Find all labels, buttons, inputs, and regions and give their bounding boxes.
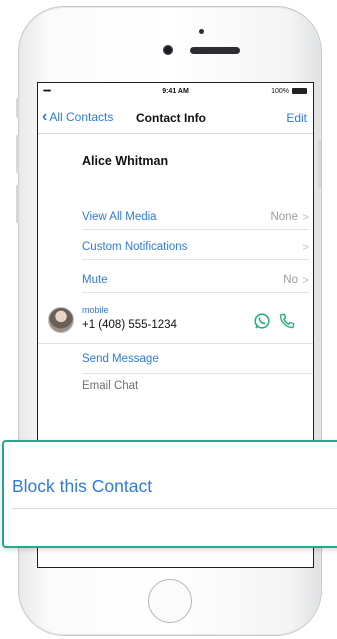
- row-label: Custom Notifications: [82, 241, 188, 253]
- contact-name: Alice Whitman: [82, 154, 169, 168]
- status-bar: ••••• 9:41 AM 100%: [38, 83, 313, 101]
- page-title: Contact Info: [136, 111, 206, 125]
- avatar: [48, 307, 74, 333]
- back-button[interactable]: ‹ All Contacts: [42, 108, 114, 125]
- row-label: Mute: [82, 274, 108, 286]
- volume-up-button: [16, 135, 19, 173]
- proximity-sensor: [199, 29, 204, 34]
- row-label: View All Media: [82, 211, 157, 223]
- whatsapp-icon[interactable]: [253, 312, 271, 330]
- volume-down-button: [16, 185, 19, 223]
- chevron-right-icon: >: [301, 210, 309, 224]
- front-camera: [163, 45, 173, 55]
- block-contact-button[interactable]: Block this Contact: [12, 476, 152, 497]
- row-value-text: No: [283, 274, 298, 286]
- view-all-media-row[interactable]: View All Media None >: [82, 205, 309, 230]
- email-chat-button[interactable]: Email Chat: [82, 380, 138, 392]
- send-message-button[interactable]: Send Message: [82, 353, 159, 365]
- row-value: None >: [270, 210, 309, 224]
- earpiece-speaker: [190, 47, 240, 54]
- chevron-left-icon: ‹: [42, 108, 48, 125]
- back-label: All Contacts: [49, 110, 114, 124]
- home-button[interactable]: [148, 579, 192, 623]
- battery-icon: [292, 88, 307, 94]
- navigation-bar: ‹ All Contacts Contact Info Edit: [38, 103, 313, 134]
- row-value: >: [298, 240, 309, 254]
- phone-type-label: mobile: [82, 305, 109, 315]
- mute-switch: [16, 98, 19, 118]
- row-value-text: None: [270, 211, 298, 223]
- custom-notifications-row[interactable]: Custom Notifications >: [82, 235, 309, 260]
- divider: [38, 343, 313, 344]
- divider: [82, 373, 313, 374]
- block-contact-callout[interactable]: Block this Contact: [2, 440, 337, 548]
- mute-row[interactable]: Mute No >: [82, 268, 309, 293]
- divider: [12, 508, 337, 509]
- battery-percent: 100%: [271, 88, 289, 95]
- edit-button[interactable]: Edit: [286, 111, 307, 125]
- phone-call-icon[interactable]: [278, 312, 296, 330]
- chevron-right-icon: >: [301, 273, 309, 287]
- chevron-right-icon: >: [301, 240, 309, 254]
- phone-number: +1 (408) 555-1234: [82, 319, 177, 331]
- power-button: [318, 140, 321, 188]
- row-value: No >: [283, 273, 309, 287]
